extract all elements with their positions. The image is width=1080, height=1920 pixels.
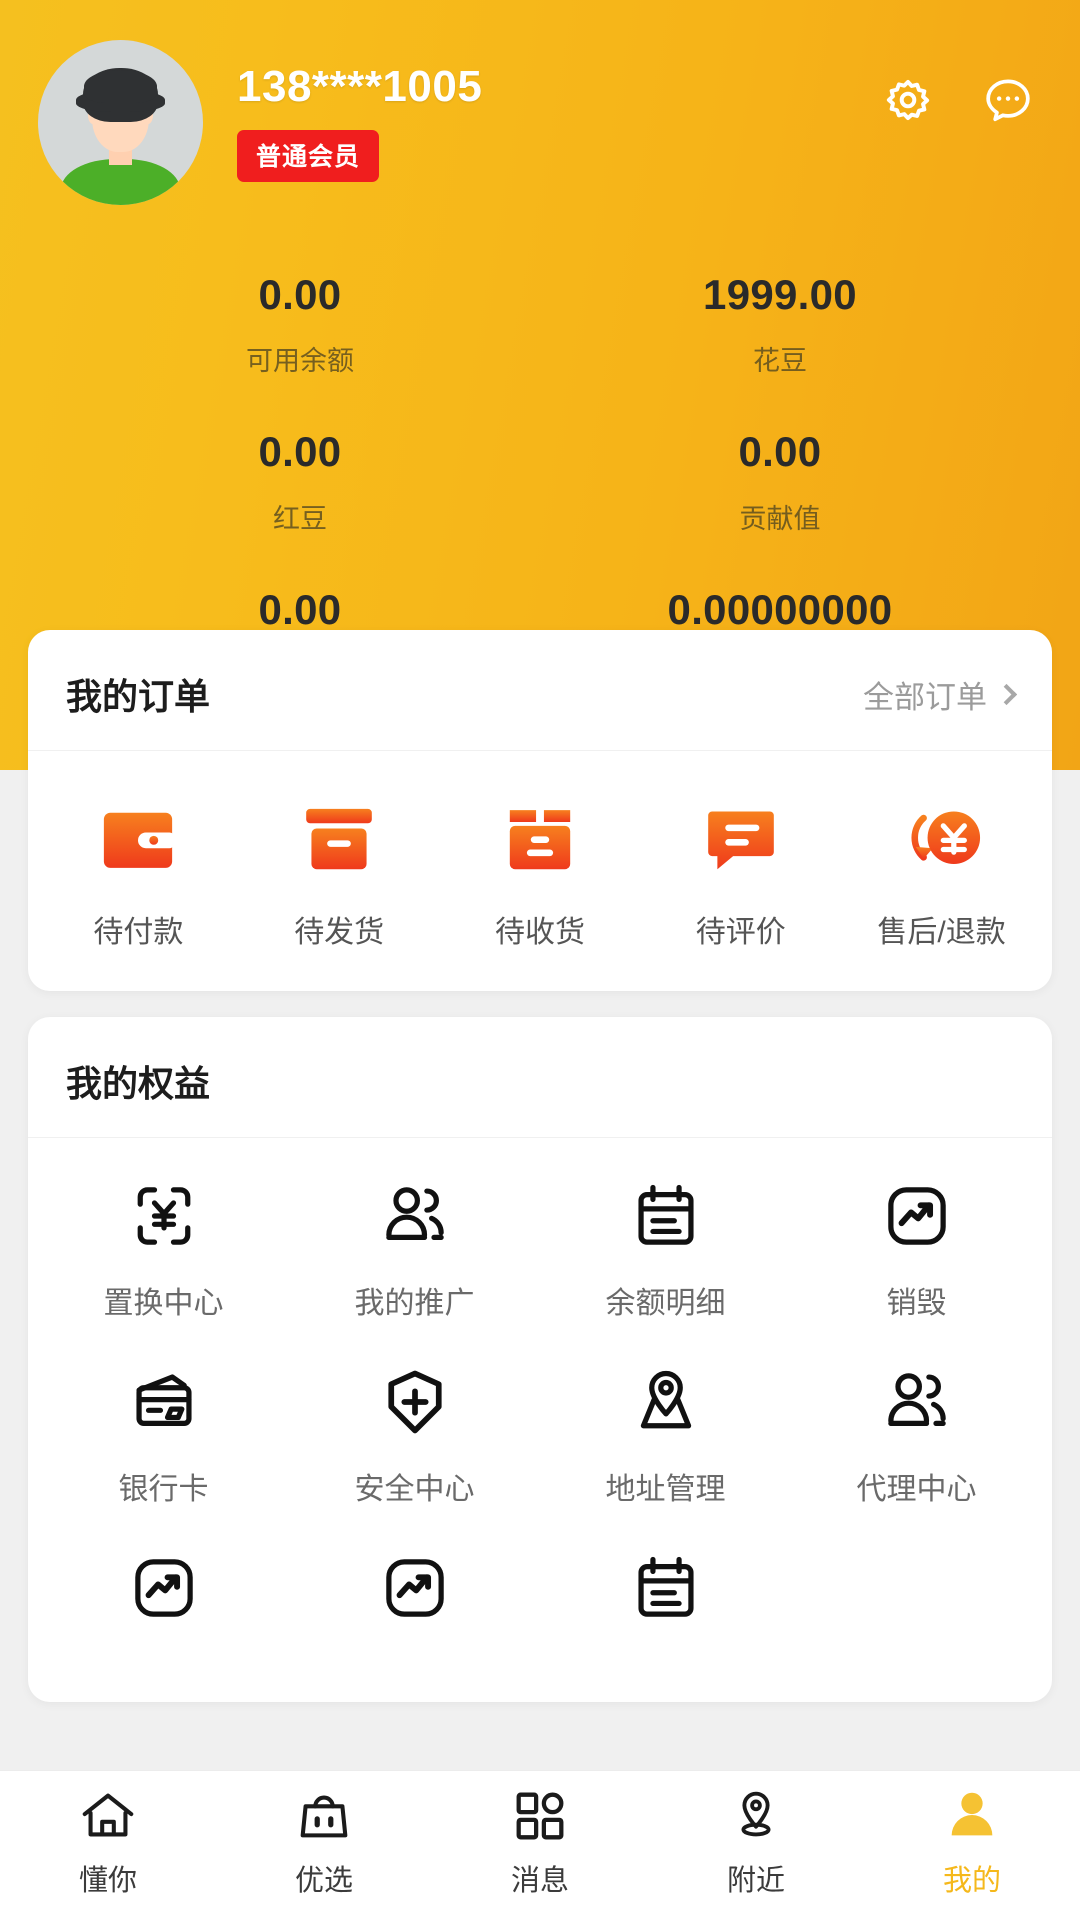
right-item-my-promotion[interactable]: 我的推广 — [289, 1178, 540, 1322]
right-item-label: 代理中心 — [791, 1464, 1042, 1508]
order-status-label: 售后/退款 — [841, 907, 1042, 951]
box-open-icon — [498, 797, 582, 881]
stat-label: 花豆 — [540, 339, 1020, 378]
comment-icon — [699, 797, 783, 881]
order-status-pending-payment[interactable]: 待付款 — [38, 797, 239, 951]
stats-row: 0.00 可用余额 1999.00 花豆 — [60, 253, 1020, 410]
right-item-destroy[interactable]: 销毁 — [791, 1178, 1042, 1322]
order-status-pending-shipment[interactable]: 待发货 — [239, 797, 440, 951]
tab-nearby[interactable]: 附近 — [648, 1771, 864, 1920]
people-icon — [879, 1364, 955, 1440]
stat-value: 0.00 — [60, 586, 540, 634]
order-status-label: 待收货 — [440, 907, 641, 951]
person-icon — [941, 1785, 1003, 1847]
trend-up-icon — [126, 1550, 202, 1626]
stat-label: 可用余额 — [60, 339, 540, 378]
bottom-tab-bar: 懂你 优选 消息 附近 — [0, 1770, 1080, 1920]
right-item-label: 余额明细 — [540, 1278, 791, 1322]
right-item-row3-3[interactable] — [540, 1550, 791, 1650]
order-status-grid: 待付款 待发货 — [28, 751, 1052, 991]
location-icon — [725, 1785, 787, 1847]
trend-up-icon — [879, 1178, 955, 1254]
chevron-right-icon — [996, 683, 1017, 704]
tab-selection[interactable]: 优选 — [216, 1771, 432, 1920]
rights-grid: 置换中心 我的推广 余额明细 — [28, 1138, 1052, 1702]
tab-messages[interactable]: 消息 — [432, 1771, 648, 1920]
rights-title: 我的权益 — [66, 1055, 210, 1107]
orders-card: 我的订单 全部订单 待付款 — [28, 630, 1052, 991]
order-status-after-sales-refund[interactable]: 售后/退款 — [841, 797, 1042, 951]
calendar-list-icon — [628, 1178, 704, 1254]
right-item-row3-1[interactable] — [38, 1550, 289, 1650]
right-item-label: 销毁 — [791, 1278, 1042, 1322]
user-phone: 138****1005 — [237, 62, 880, 112]
stats-row: 0.00 红豆 0.00 贡献值 — [60, 410, 1020, 567]
box-closed-icon — [297, 797, 381, 881]
tab-label: 附近 — [727, 1857, 785, 1899]
stat-value: 0.00000000 — [540, 586, 1020, 634]
my-account-screen: 138****1005 普通会员 — [0, 0, 1080, 1920]
stat-value: 1999.00 — [540, 271, 1020, 319]
right-item-label: 置换中心 — [38, 1278, 289, 1322]
all-orders-link[interactable]: 全部订单 — [863, 672, 1014, 717]
rights-card: 我的权益 置换中心 我的推广 — [28, 1017, 1052, 1702]
right-item-exchange-center[interactable]: 置换中心 — [38, 1178, 289, 1322]
right-item-row3-2[interactable] — [289, 1550, 540, 1650]
header-top-row: 138****1005 普通会员 — [0, 0, 1080, 205]
order-status-label: 待付款 — [38, 907, 239, 951]
right-item-agent-center[interactable]: 代理中心 — [791, 1364, 1042, 1508]
user-identity-block: 138****1005 普通会员 — [237, 40, 880, 182]
orders-card-header: 我的订单 全部订单 — [28, 630, 1052, 751]
stat-value: 0.00 — [540, 428, 1020, 476]
right-item-label: 我的推广 — [289, 1278, 540, 1322]
order-status-label: 待评价 — [640, 907, 841, 951]
stat-label: 贡献值 — [540, 497, 1020, 536]
exchange-yen-icon — [126, 1178, 202, 1254]
all-orders-label: 全部订单 — [863, 672, 987, 717]
stat-value: 0.00 — [60, 428, 540, 476]
map-pin-icon — [628, 1364, 704, 1440]
bag-icon — [293, 1785, 355, 1847]
avatar[interactable] — [38, 40, 203, 205]
stat-label: 红豆 — [60, 497, 540, 536]
stat-flower-bean[interactable]: 1999.00 花豆 — [540, 253, 1020, 410]
right-item-label: 安全中心 — [289, 1464, 540, 1508]
order-status-label: 待发货 — [239, 907, 440, 951]
order-status-pending-receipt[interactable]: 待收货 — [440, 797, 641, 951]
calendar-list-icon — [628, 1550, 704, 1626]
right-item-balance-details[interactable]: 余额明细 — [540, 1178, 791, 1322]
tab-label: 消息 — [511, 1857, 569, 1899]
stat-red-bean[interactable]: 0.00 红豆 — [60, 410, 540, 567]
right-item-address-management[interactable]: 地址管理 — [540, 1364, 791, 1508]
tab-home[interactable]: 懂你 — [0, 1771, 216, 1920]
membership-badge: 普通会员 — [237, 130, 379, 182]
header-actions — [880, 40, 1036, 128]
trend-up-icon — [377, 1550, 453, 1626]
rights-card-header: 我的权益 — [28, 1017, 1052, 1138]
home-icon — [77, 1785, 139, 1847]
settings-icon[interactable] — [880, 72, 936, 128]
bank-card-icon — [126, 1364, 202, 1440]
wallet-icon — [96, 797, 180, 881]
tab-mine[interactable]: 我的 — [864, 1771, 1080, 1920]
stat-available-balance[interactable]: 0.00 可用余额 — [60, 253, 540, 410]
grid-icon — [509, 1785, 571, 1847]
customer-service-icon[interactable] — [980, 72, 1036, 128]
avatar-fringe-shape — [84, 70, 157, 103]
right-item-label: 银行卡 — [38, 1464, 289, 1508]
tab-label: 优选 — [295, 1857, 353, 1899]
tab-label: 懂你 — [79, 1857, 137, 1899]
people-icon — [377, 1178, 453, 1254]
avatar-body-shape — [61, 159, 180, 205]
right-item-security-center[interactable]: 安全中心 — [289, 1364, 540, 1508]
right-item-bank-card[interactable]: 银行卡 — [38, 1364, 289, 1508]
tab-label: 我的 — [943, 1857, 1001, 1899]
stat-contribution[interactable]: 0.00 贡献值 — [540, 410, 1020, 567]
right-item-label: 地址管理 — [540, 1464, 791, 1508]
order-status-pending-review[interactable]: 待评价 — [640, 797, 841, 951]
orders-title: 我的订单 — [66, 668, 210, 720]
shield-plus-icon — [377, 1364, 453, 1440]
refund-yen-icon — [900, 797, 984, 881]
stat-value: 0.00 — [60, 271, 540, 319]
